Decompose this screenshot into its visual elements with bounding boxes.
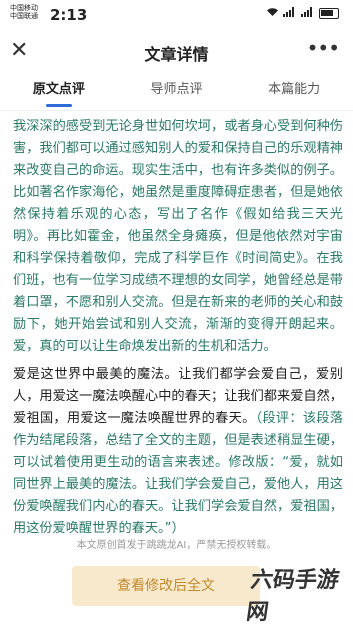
clock: 2:13	[50, 6, 88, 24]
page-title: 文章详情	[144, 45, 209, 64]
more-icon[interactable]: •••	[307, 36, 340, 60]
battery-icon	[319, 8, 339, 19]
carrier-info: 中国移动 中国联通	[10, 4, 38, 20]
tab-mentor-review[interactable]: 导师点评	[118, 72, 236, 110]
signal-icon	[283, 7, 297, 20]
tab-original-review[interactable]: 原文点评	[0, 72, 118, 110]
article-paragraph-2: 爱是这世界中最美的魔法。让我们都学会爱自己，爱别人，用爱这一魔法唤醒心中的春天；…	[13, 364, 343, 540]
watermark-text: 六码手游网	[244, 567, 341, 625]
tab-bar: 原文点评 导师点评 本篇能力	[0, 72, 353, 111]
status-icons	[266, 7, 339, 20]
paragraph-comment: （段评：该段落作为结尾段落，总结了全文的主题，但是表述稍显生硬，可以试着使用更生…	[13, 411, 344, 536]
view-revised-button[interactable]: 查看修改后全文	[72, 566, 260, 606]
tab-ability[interactable]: 本篇能力	[235, 72, 353, 110]
watermark-logo: 六码手游网	[245, 562, 349, 625]
wifi-icon	[266, 7, 279, 20]
status-bar: 中国移动 中国联通 2:13	[0, 0, 353, 30]
carrier-2: 中国联通	[10, 12, 38, 20]
nav-bar: ✕ 文章详情 •••	[0, 30, 353, 72]
article-paragraph-1: 我深深的感受到无论身世如何坎坷，或者身心受到何种伤害，我们都可以通过感知别人的爱…	[13, 119, 343, 354]
copyright-note: 本文原创首发于跳跳龙AI，严禁无授权转载。	[76, 540, 277, 551]
article-content: 我深深的感受到无论身世如何坎坷，或者身心受到何种伤害，我们都可以通过感知别人的爱…	[13, 116, 343, 546]
signal-icon-2	[301, 7, 315, 20]
carrier-1: 中国移动	[10, 4, 38, 12]
